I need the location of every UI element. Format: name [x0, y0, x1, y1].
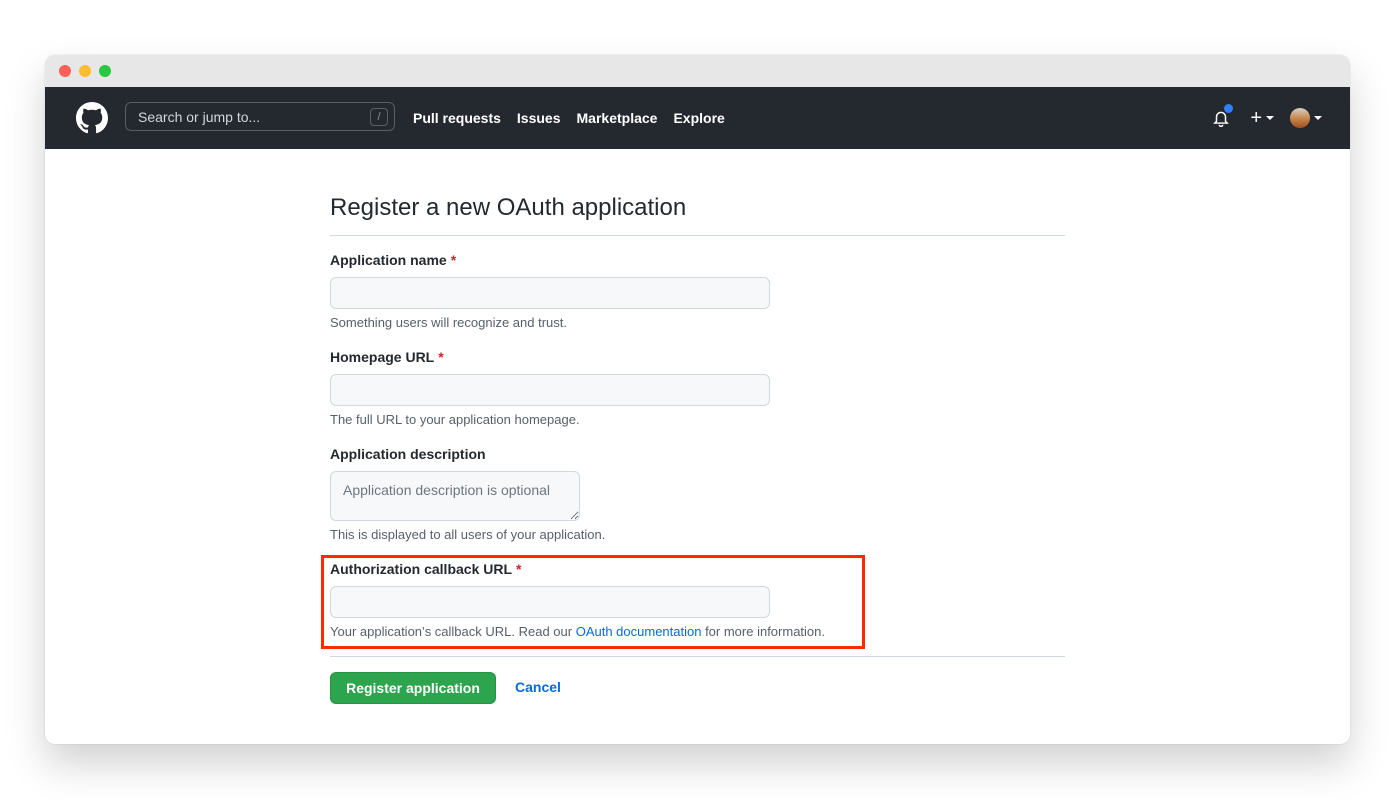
minimize-window-button[interactable]	[79, 65, 91, 77]
create-new-dropdown[interactable]: +	[1250, 107, 1274, 129]
homepage-url-input[interactable]	[330, 374, 770, 406]
callback-url-note-suffix: for more information.	[701, 624, 825, 639]
github-logo-icon[interactable]	[76, 102, 108, 134]
header-actions: +	[1212, 87, 1322, 149]
search-input[interactable]: Search or jump to... /	[125, 102, 395, 131]
form-actions-divider	[330, 656, 1065, 657]
callback-url-label-text: Authorization callback URL	[330, 561, 513, 577]
notifications-button[interactable]	[1212, 103, 1235, 128]
nav-marketplace[interactable]: Marketplace	[577, 110, 658, 126]
required-marker: *	[438, 349, 444, 365]
user-menu-dropdown[interactable]	[1290, 108, 1322, 128]
register-application-button[interactable]: Register application	[330, 672, 496, 704]
global-nav: Pull requests Issues Marketplace Explore	[413, 87, 741, 149]
page-title: Register a new OAuth application	[330, 193, 1065, 236]
unread-notification-dot	[1223, 103, 1235, 114]
application-name-label: Application name *	[330, 252, 456, 268]
maximize-window-button[interactable]	[99, 65, 111, 77]
application-description-note: This is displayed to all users of your a…	[330, 527, 606, 542]
oauth-documentation-link[interactable]: OAuth documentation	[576, 624, 702, 639]
avatar	[1290, 108, 1310, 128]
nav-explore[interactable]: Explore	[673, 110, 724, 126]
homepage-url-note: The full URL to your application homepag…	[330, 412, 580, 427]
application-name-input[interactable]	[330, 277, 770, 309]
callback-url-input[interactable]	[330, 586, 770, 618]
homepage-url-label: Homepage URL *	[330, 349, 444, 365]
application-name-label-text: Application name	[330, 252, 447, 268]
caret-down-icon	[1266, 116, 1274, 120]
cancel-link[interactable]: Cancel	[515, 679, 561, 695]
nav-pull-requests[interactable]: Pull requests	[413, 110, 501, 126]
application-description-textarea[interactable]	[330, 471, 580, 521]
callback-url-note: Your application’s callback URL. Read ou…	[330, 624, 825, 639]
callback-url-label: Authorization callback URL *	[330, 561, 521, 577]
github-header: Search or jump to... / Pull requests Iss…	[45, 87, 1350, 149]
application-name-note: Something users will recognize and trust…	[330, 315, 568, 330]
window-titlebar	[45, 55, 1350, 87]
caret-down-icon	[1314, 116, 1322, 120]
callback-url-note-prefix: Your application’s callback URL. Read ou…	[330, 624, 576, 639]
required-marker: *	[516, 561, 522, 577]
nav-issues[interactable]: Issues	[517, 110, 561, 126]
required-marker: *	[450, 252, 457, 268]
plus-icon: +	[1250, 107, 1262, 129]
oauth-form: Register a new OAuth application	[330, 193, 1065, 236]
close-window-button[interactable]	[59, 65, 71, 77]
browser-window: Search or jump to... / Pull requests Iss…	[45, 55, 1350, 744]
search-placeholder: Search or jump to...	[138, 108, 261, 125]
slash-shortcut-key: /	[370, 108, 388, 126]
application-description-label: Application description	[330, 446, 486, 462]
homepage-url-label-text: Homepage URL	[330, 349, 435, 365]
